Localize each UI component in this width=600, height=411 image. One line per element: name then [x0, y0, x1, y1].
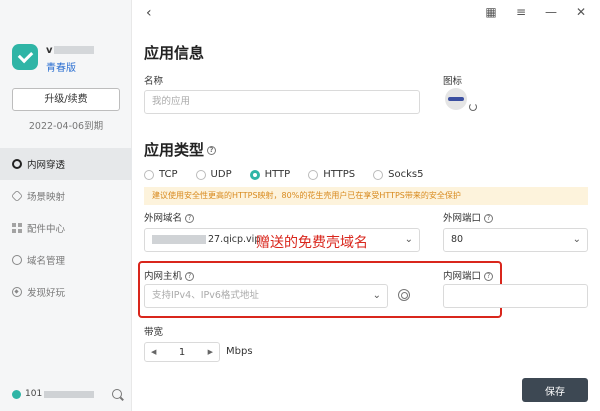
- radio-dot: [249, 169, 260, 180]
- bandwidth-label: 带宽: [144, 327, 164, 338]
- chevron-down-icon: ⌄: [372, 290, 381, 301]
- upgrade-button[interactable]: 升级/续费: [12, 88, 120, 111]
- radio-label: HTTPS: [323, 169, 356, 180]
- radio-dot: [144, 169, 154, 180]
- user-name-redacted: [53, 46, 94, 54]
- radio-dot: [308, 169, 319, 180]
- save-button[interactable]: 保存: [522, 378, 588, 402]
- help-icon[interactable]: ?: [484, 272, 494, 281]
- app-type-title: 应用类型?: [144, 139, 217, 160]
- domain-label: 外网域名?: [144, 210, 195, 224]
- app-icon-preview[interactable]: [445, 88, 467, 110]
- expire-date: 2022-04-06到期: [28, 121, 104, 132]
- user-name: v: [46, 45, 94, 56]
- free-domain-annotation: 赠送的免费壳域名: [256, 235, 368, 251]
- sidebar-item-domain[interactable]: 域名管理: [0, 244, 132, 276]
- external-port-value: 80: [451, 234, 464, 245]
- zoom-icon[interactable]: [112, 389, 122, 399]
- chevron-down-icon: ⌄: [404, 234, 413, 245]
- globe-icon: [12, 255, 22, 265]
- radio-label: UDP: [210, 169, 232, 180]
- bandwidth-value: 1: [178, 346, 186, 358]
- internal-port-label-text: 内网端口: [443, 271, 482, 282]
- sidebar-item-label: 域名管理: [27, 256, 66, 267]
- bandwidth-stepper[interactable]: ◀ 1 ▶: [144, 342, 220, 362]
- icon-label: 图标: [443, 76, 463, 87]
- main-content: 应用信息 名称 我的应用 图标 应用类型? TCP UDP HTTP HTTPS…: [138, 0, 600, 411]
- radio-label: HTTP: [264, 169, 291, 180]
- sidebar-nav: 内网穿透 场景映射 配件中心 域名管理 发现好玩: [0, 148, 132, 308]
- refresh-icon[interactable]: [469, 103, 477, 111]
- increment-icon[interactable]: ▶: [208, 348, 213, 356]
- radio-https[interactable]: HTTPS: [308, 169, 355, 180]
- radio-label: Socks5: [388, 169, 424, 180]
- radio-dot: [195, 169, 206, 180]
- grid-icon: [12, 223, 22, 233]
- footer-user-redacted: [44, 390, 95, 398]
- protocol-radio-group: TCP UDP HTTP HTTPS Socks5: [144, 169, 441, 180]
- user-name-text: v: [46, 45, 53, 56]
- radio-dot: [373, 169, 384, 180]
- sidebar-item-discover[interactable]: 发现好玩: [0, 276, 132, 308]
- online-status-icon: [12, 389, 21, 399]
- internal-host-label-text: 内网主机: [144, 271, 183, 282]
- internal-host-label: 内网主机?: [144, 268, 195, 282]
- app-type-title-text: 应用类型: [144, 141, 205, 159]
- sidebar-item-scene[interactable]: 场景映射: [0, 180, 132, 212]
- domain-redacted: [152, 235, 206, 244]
- bandwidth-unit: Mbps: [226, 346, 253, 357]
- sidebar-item-label: 场景映射: [27, 192, 66, 203]
- internal-host-placeholder: 支持IPv4、IPv6格式地址: [152, 290, 259, 301]
- radio-label: TCP: [159, 169, 178, 180]
- radio-udp[interactable]: UDP: [195, 169, 232, 180]
- scene-icon: [10, 189, 24, 203]
- radio-tcp[interactable]: TCP: [144, 169, 178, 180]
- help-icon[interactable]: ?: [185, 272, 195, 281]
- https-notice: 建议使用安全性更高的HTTPS映射，80%的花生壳用户已在享受HTTPS带来的安…: [144, 187, 588, 205]
- help-icon[interactable]: ?: [484, 214, 494, 223]
- domain-value: 27.qicp.vip: [208, 234, 261, 245]
- footer-user-id: 101: [25, 389, 43, 399]
- app-info-title: 应用信息: [144, 44, 205, 62]
- sidebar-item-label: 内网穿透: [27, 160, 66, 171]
- radio-http[interactable]: HTTP: [249, 169, 291, 180]
- compass-icon: [12, 287, 22, 297]
- domain-label-text: 外网域名: [144, 213, 183, 224]
- external-port-label: 外网端口?: [443, 210, 494, 224]
- name-input[interactable]: 我的应用: [144, 90, 420, 114]
- sidebar: v 青春版 升级/续费 2022-04-06到期 内网穿透 场景映射 配件中心 …: [0, 0, 132, 411]
- decrement-icon[interactable]: ◀: [151, 348, 156, 356]
- sidebar-item-label: 发现好玩: [27, 288, 66, 299]
- internal-port-label: 内网端口?: [443, 268, 494, 282]
- app-logo-icon: [12, 44, 38, 70]
- sidebar-item-intranet[interactable]: 内网穿透: [0, 148, 132, 180]
- external-port-select[interactable]: 80 ⌄: [443, 228, 588, 252]
- intranet-icon: [12, 159, 22, 169]
- chevron-down-icon: ⌄: [572, 234, 581, 245]
- sidebar-item-label: 配件中心: [27, 224, 66, 235]
- edition-label: 青春版: [46, 63, 76, 74]
- footer-user[interactable]: 101: [12, 389, 95, 399]
- external-port-label-text: 外网端口: [443, 213, 482, 224]
- target-icon[interactable]: [398, 289, 410, 301]
- help-icon[interactable]: ?: [185, 214, 195, 223]
- help-icon[interactable]: ?: [207, 146, 217, 155]
- internal-host-input[interactable]: 支持IPv4、IPv6格式地址 ⌄: [144, 284, 388, 308]
- internal-port-input[interactable]: [443, 284, 588, 308]
- name-label: 名称: [144, 76, 164, 87]
- sidebar-item-accessories[interactable]: 配件中心: [0, 212, 132, 244]
- radio-socks5[interactable]: Socks5: [373, 169, 423, 180]
